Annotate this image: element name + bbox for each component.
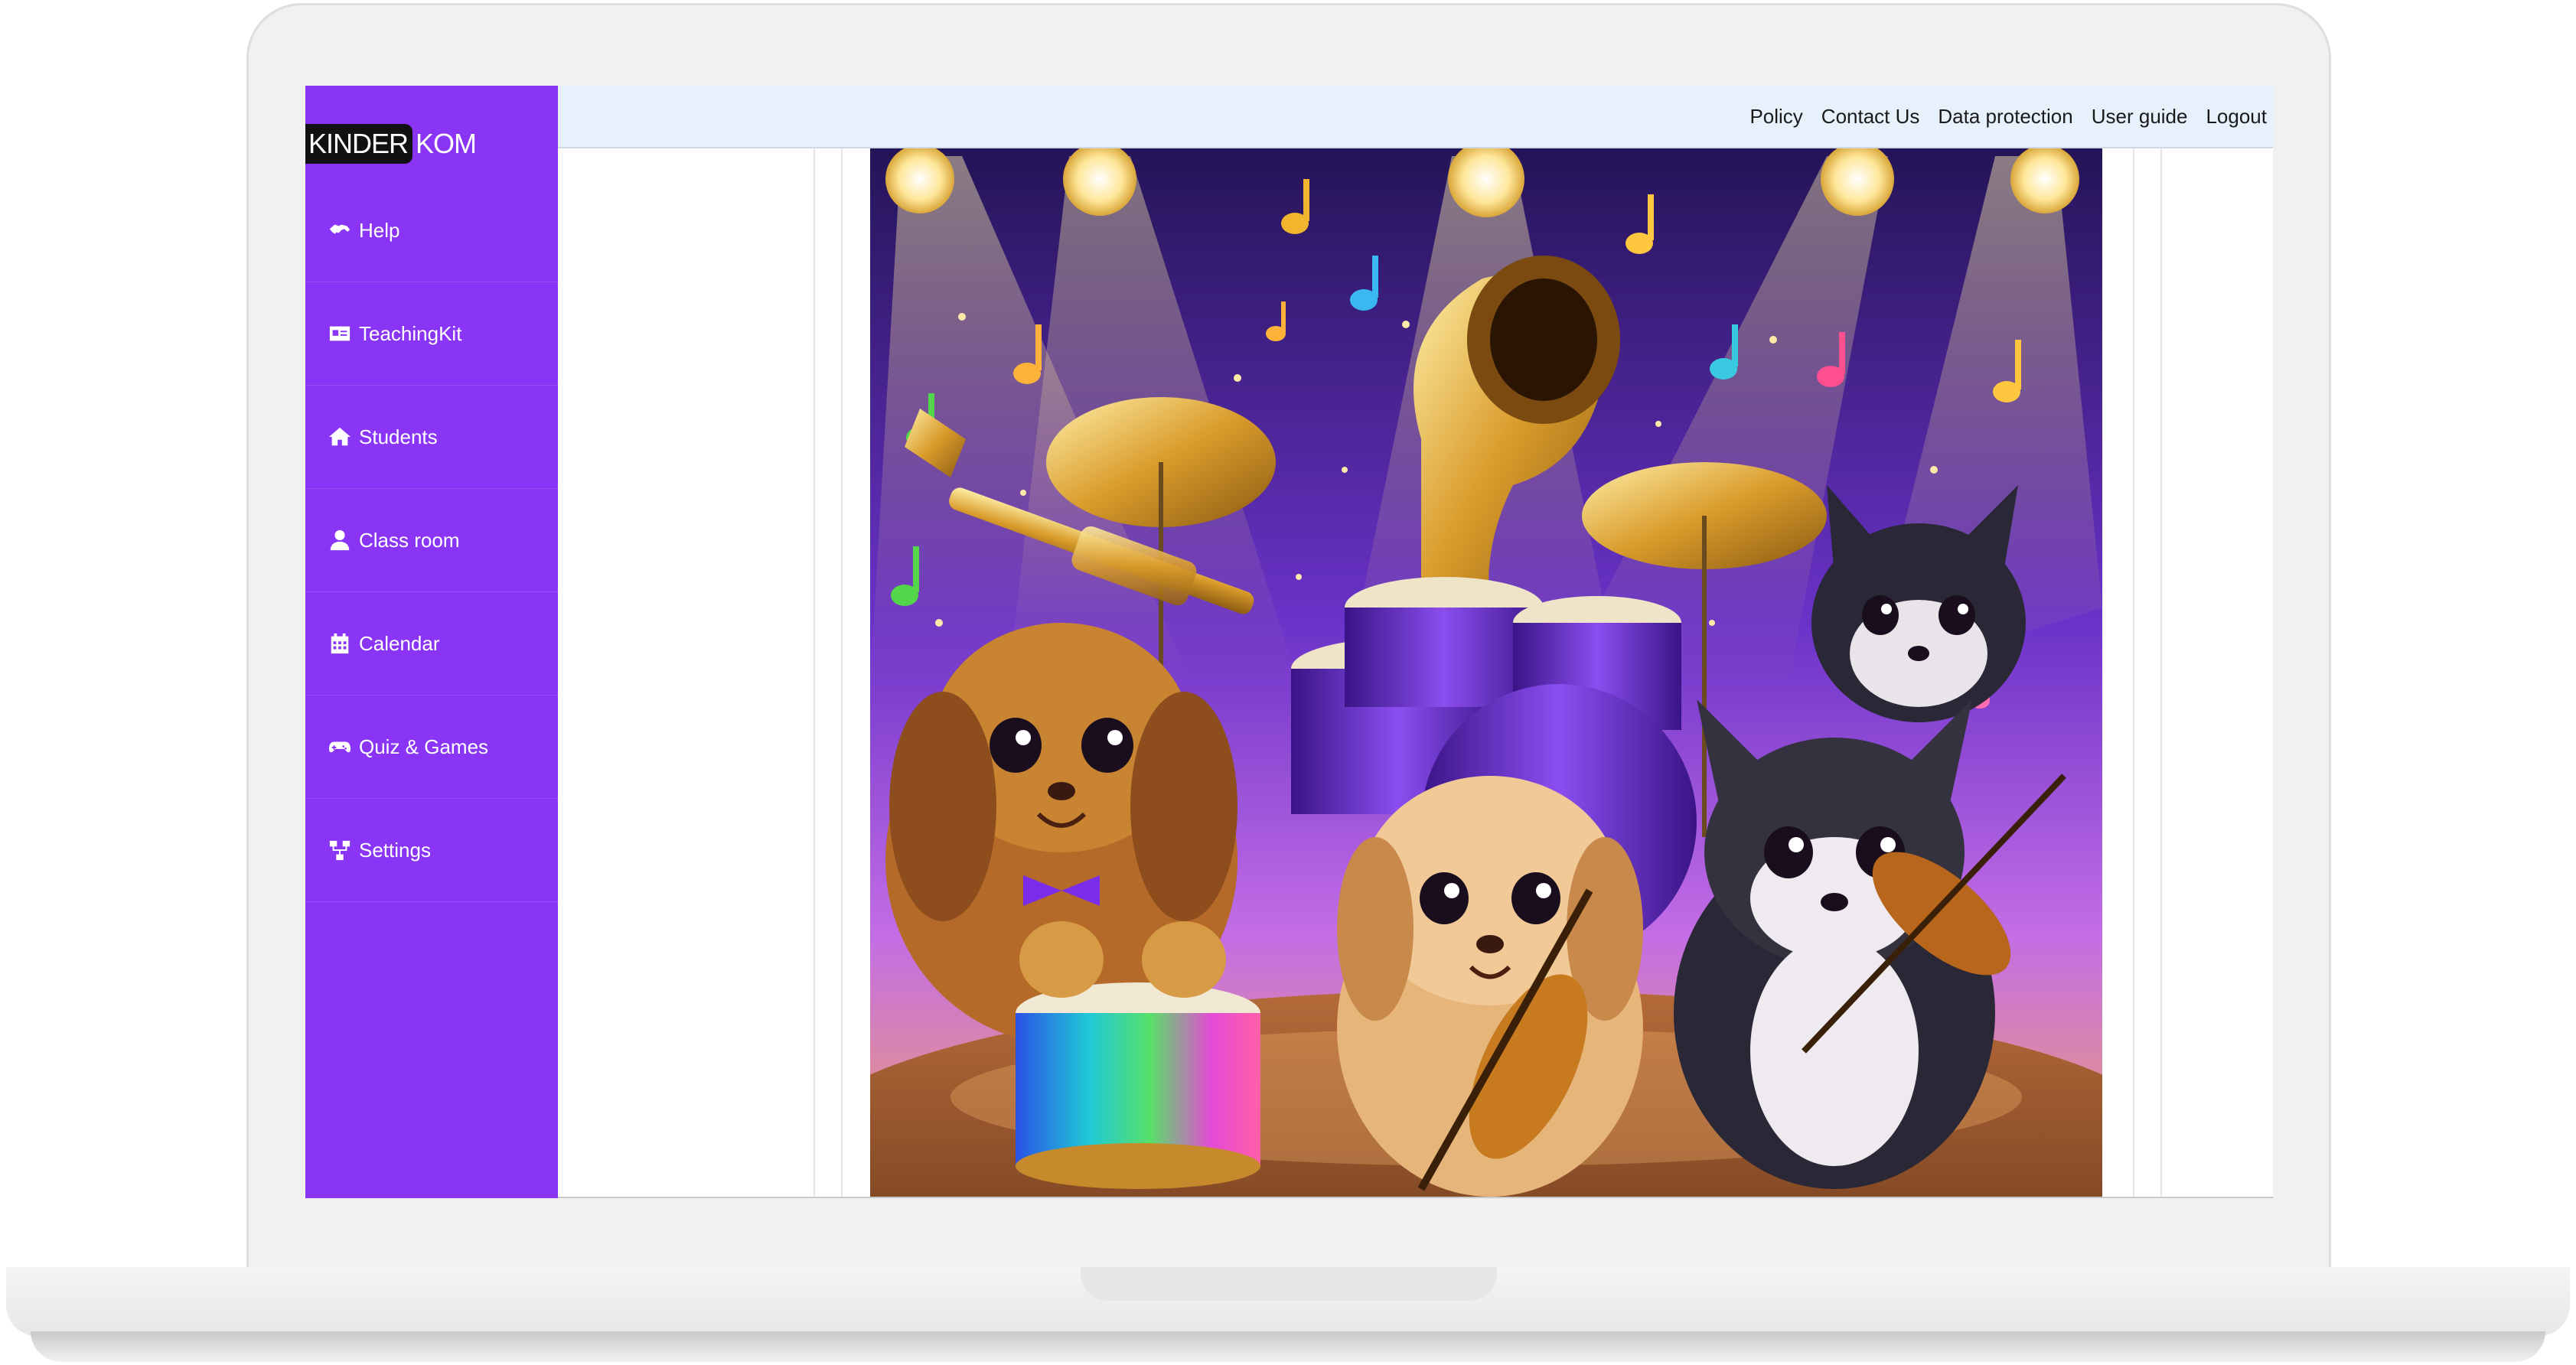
user-icon (330, 529, 350, 551)
sidebar: KINDER KOM Help TeachingKit Students Cla… (305, 86, 558, 1198)
sidebar-item-label: Settings (359, 838, 431, 862)
sidebar-item-students[interactable]: Students (305, 386, 558, 489)
laptop-notch (1081, 1267, 1497, 1301)
id-card-icon (329, 326, 351, 341)
sitemap-icon (329, 840, 351, 861)
app-screen: KINDER KOM Help TeachingKit Students Cla… (305, 86, 2273, 1198)
sidebar-item-quiz-games[interactable]: Quiz & Games (305, 696, 558, 799)
contact-us-link[interactable]: Contact Us (1821, 105, 1920, 129)
calendar-icon (331, 633, 349, 654)
content-divider-right-inner (2133, 148, 2134, 1198)
main-content (558, 148, 2273, 1198)
gamepad-icon (328, 741, 351, 753)
sidebar-nav: Help TeachingKit Students Class room Cal… (305, 179, 558, 902)
policy-link[interactable]: Policy (1749, 105, 1802, 129)
top-nav-bar: Policy Contact Us Data protection User g… (558, 86, 2273, 148)
sidebar-item-label: TeachingKit (359, 321, 462, 345)
logo-light-part: KOM (416, 128, 477, 159)
sidebar-item-help[interactable]: Help (305, 179, 558, 282)
sidebar-item-label: Students (359, 425, 438, 448)
sidebar-item-label: Class room (359, 528, 460, 552)
content-divider-left-outer (814, 148, 815, 1198)
animal-band-illustration (870, 148, 2102, 1197)
sidebar-item-classroom[interactable]: Class room (305, 489, 558, 592)
brand-logo[interactable]: KINDER KOM (305, 124, 477, 164)
laptop-shadow (31, 1331, 2545, 1362)
sidebar-item-label: Help (359, 218, 400, 242)
sidebar-item-label: Quiz & Games (359, 735, 489, 758)
sidebar-item-teachingkit[interactable]: TeachingKit (305, 282, 558, 386)
content-divider-right-outer (2160, 148, 2162, 1198)
sidebar-item-label: Calendar (359, 631, 440, 655)
content-bottom-border (558, 1197, 2273, 1198)
animal-band-artwork (870, 148, 2102, 1197)
data-protection-link[interactable]: Data protection (1938, 105, 2072, 129)
user-guide-link[interactable]: User guide (2092, 105, 2188, 129)
logo-dark-part: KINDER (305, 124, 413, 164)
home-icon (328, 427, 351, 446)
laptop-mockup: KINDER KOM Help TeachingKit Students Cla… (0, 0, 2576, 1365)
sidebar-item-calendar[interactable]: Calendar (305, 592, 558, 696)
handshake-icon (329, 224, 351, 234)
logout-link[interactable]: Logout (2206, 105, 2267, 129)
content-divider-left-inner (841, 148, 843, 1198)
sidebar-item-settings[interactable]: Settings (305, 799, 558, 902)
